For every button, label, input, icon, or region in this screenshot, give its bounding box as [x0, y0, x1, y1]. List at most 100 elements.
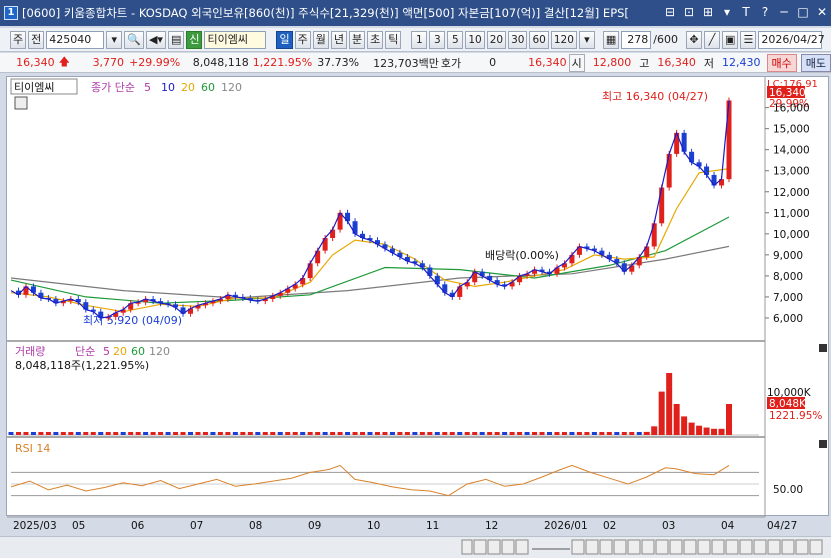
help-icon[interactable]: ?	[758, 4, 772, 20]
interval-3[interactable]: 3	[429, 30, 446, 49]
grid-toggle-icon[interactable]	[627, 539, 641, 555]
volume-bar	[606, 432, 612, 435]
chart-type-select[interactable]: 주	[10, 30, 27, 49]
bar-style-icon[interactable]	[641, 539, 655, 555]
volume-bar	[494, 432, 500, 435]
rsi-panel-close-icon[interactable]	[819, 440, 827, 448]
interval-120[interactable]: 120	[550, 30, 577, 49]
line-tool-icon[interactable]: ╱	[704, 30, 720, 49]
volume-bar	[60, 432, 66, 435]
dividend-annotation: 배당락(0.00%)	[485, 249, 559, 262]
stop-icon[interactable]	[501, 539, 515, 555]
tab-day[interactable]: 일	[276, 30, 293, 49]
tab-month[interactable]: 월	[312, 30, 329, 49]
tab-tick[interactable]: 틱	[385, 30, 402, 49]
volume-bar	[352, 432, 358, 435]
print-icon[interactable]	[767, 539, 781, 555]
volume-bar	[128, 432, 134, 435]
volume-bar	[202, 432, 208, 435]
volume-bar	[277, 432, 283, 435]
low-label: 저	[703, 56, 714, 70]
volume-bar	[472, 432, 478, 435]
interval-dropdown-icon[interactable]: ▾	[578, 30, 595, 49]
volume-bar	[464, 432, 470, 435]
maximize-icon[interactable]: □	[796, 4, 810, 20]
buy-button[interactable]: 매수	[766, 53, 797, 72]
split-icon[interactable]	[669, 539, 683, 555]
code-dropdown-icon[interactable]: ▾	[106, 30, 123, 49]
interval-20[interactable]: 20	[486, 30, 507, 49]
indicator-icon[interactable]	[655, 539, 669, 555]
high-price: 16,340	[657, 56, 696, 69]
interval-5[interactable]: 5	[447, 30, 464, 49]
interval-30[interactable]: 30	[508, 30, 528, 49]
sell-button[interactable]: 매도	[800, 53, 831, 72]
search-icon[interactable]: 🔍	[124, 30, 144, 49]
zoom-in-icon[interactable]	[585, 539, 599, 555]
settings-gear-icon[interactable]	[725, 539, 739, 555]
stock-name-field: 티이엠씨	[204, 30, 267, 49]
interval-60[interactable]: 60	[529, 30, 549, 49]
table-icon[interactable]	[14, 96, 28, 110]
market-select[interactable]: 전	[28, 30, 45, 49]
text-icon[interactable]: T	[739, 4, 753, 20]
up-arrow-icon: 🡅	[58, 55, 70, 68]
rewind-icon[interactable]	[473, 539, 487, 555]
interval-10[interactable]: 10	[465, 30, 485, 49]
zoom-out-icon[interactable]	[571, 539, 585, 555]
current-price: 16,340	[16, 56, 55, 69]
volume-panel-close-icon[interactable]	[819, 344, 827, 352]
scroll-right-icon[interactable]	[515, 539, 529, 555]
menu-dropdown-icon[interactable]: ▾	[720, 4, 734, 20]
date-input[interactable]: 2026/04/27	[758, 30, 825, 49]
trend-icon[interactable]	[683, 539, 697, 555]
data-count-input[interactable]: 278	[621, 30, 652, 49]
tab-week[interactable]: 주	[294, 30, 311, 49]
volume-bar	[45, 432, 51, 435]
volume-bar	[337, 432, 343, 435]
eraser-icon[interactable]	[711, 539, 725, 555]
memo-icon[interactable]: ▤	[167, 30, 185, 49]
calendar-icon[interactable]: ▦	[602, 30, 620, 49]
chart-canvas[interactable]: 티이엠씨 종가 단순 5 10 20 60 120 최고 16,340 (04/…	[7, 77, 830, 537]
price-tick-label: 9,000	[773, 250, 803, 262]
speaker-icon[interactable]: ◀▾	[145, 30, 166, 49]
tab-year[interactable]: 년	[330, 30, 347, 49]
export-icon[interactable]	[795, 539, 809, 555]
draw-icon[interactable]	[697, 539, 711, 555]
scroll-left-icon[interactable]	[461, 539, 473, 555]
stock-code-input[interactable]: 425040	[46, 30, 105, 49]
view-mode-icon[interactable]	[613, 539, 627, 555]
price-change: 3,770	[92, 56, 125, 69]
capture-icon[interactable]	[753, 539, 767, 555]
volume-bar	[195, 432, 201, 435]
play-back-icon[interactable]	[487, 539, 501, 555]
volume-bar	[315, 432, 321, 435]
chart-type-icon[interactable]	[739, 539, 753, 555]
price-tick-label: 15,000	[773, 124, 810, 136]
volume-bar	[232, 432, 238, 435]
interval-1[interactable]: 1	[411, 30, 428, 49]
options-icon[interactable]	[809, 539, 823, 555]
minimize-icon[interactable]: ─	[777, 4, 791, 20]
font-icon[interactable]	[599, 539, 613, 555]
close-icon[interactable]: ✕	[815, 4, 829, 20]
cascade-icon[interactable]: ⊡	[682, 4, 696, 20]
drag-tool-icon[interactable]: ✥	[686, 30, 702, 49]
save-icon[interactable]: ▣	[722, 30, 739, 49]
ma-legend-20: 20	[181, 81, 195, 94]
tab-minute[interactable]: 분	[348, 30, 366, 49]
grid-icon[interactable]: ⊞	[701, 4, 715, 20]
x-axis-label: 08	[249, 520, 262, 532]
layout-icon[interactable]	[781, 539, 795, 555]
volume-bar	[561, 432, 567, 435]
x-axis-label: 2025/03	[13, 520, 57, 532]
tile-icon[interactable]: ⊟	[663, 4, 677, 20]
app-number-icon[interactable]: 1	[4, 6, 18, 20]
settings-icon[interactable]: ☰	[740, 30, 757, 49]
volume-bar	[360, 432, 366, 435]
chart-stock-tag: 티이엠씨	[14, 81, 54, 94]
tab-second[interactable]: 초	[367, 30, 384, 49]
chart-scrollbar[interactable]	[0, 536, 831, 558]
chart-area[interactable]: 티이엠씨 종가 단순 5 10 20 60 120 최고 16,340 (04/…	[6, 76, 829, 532]
